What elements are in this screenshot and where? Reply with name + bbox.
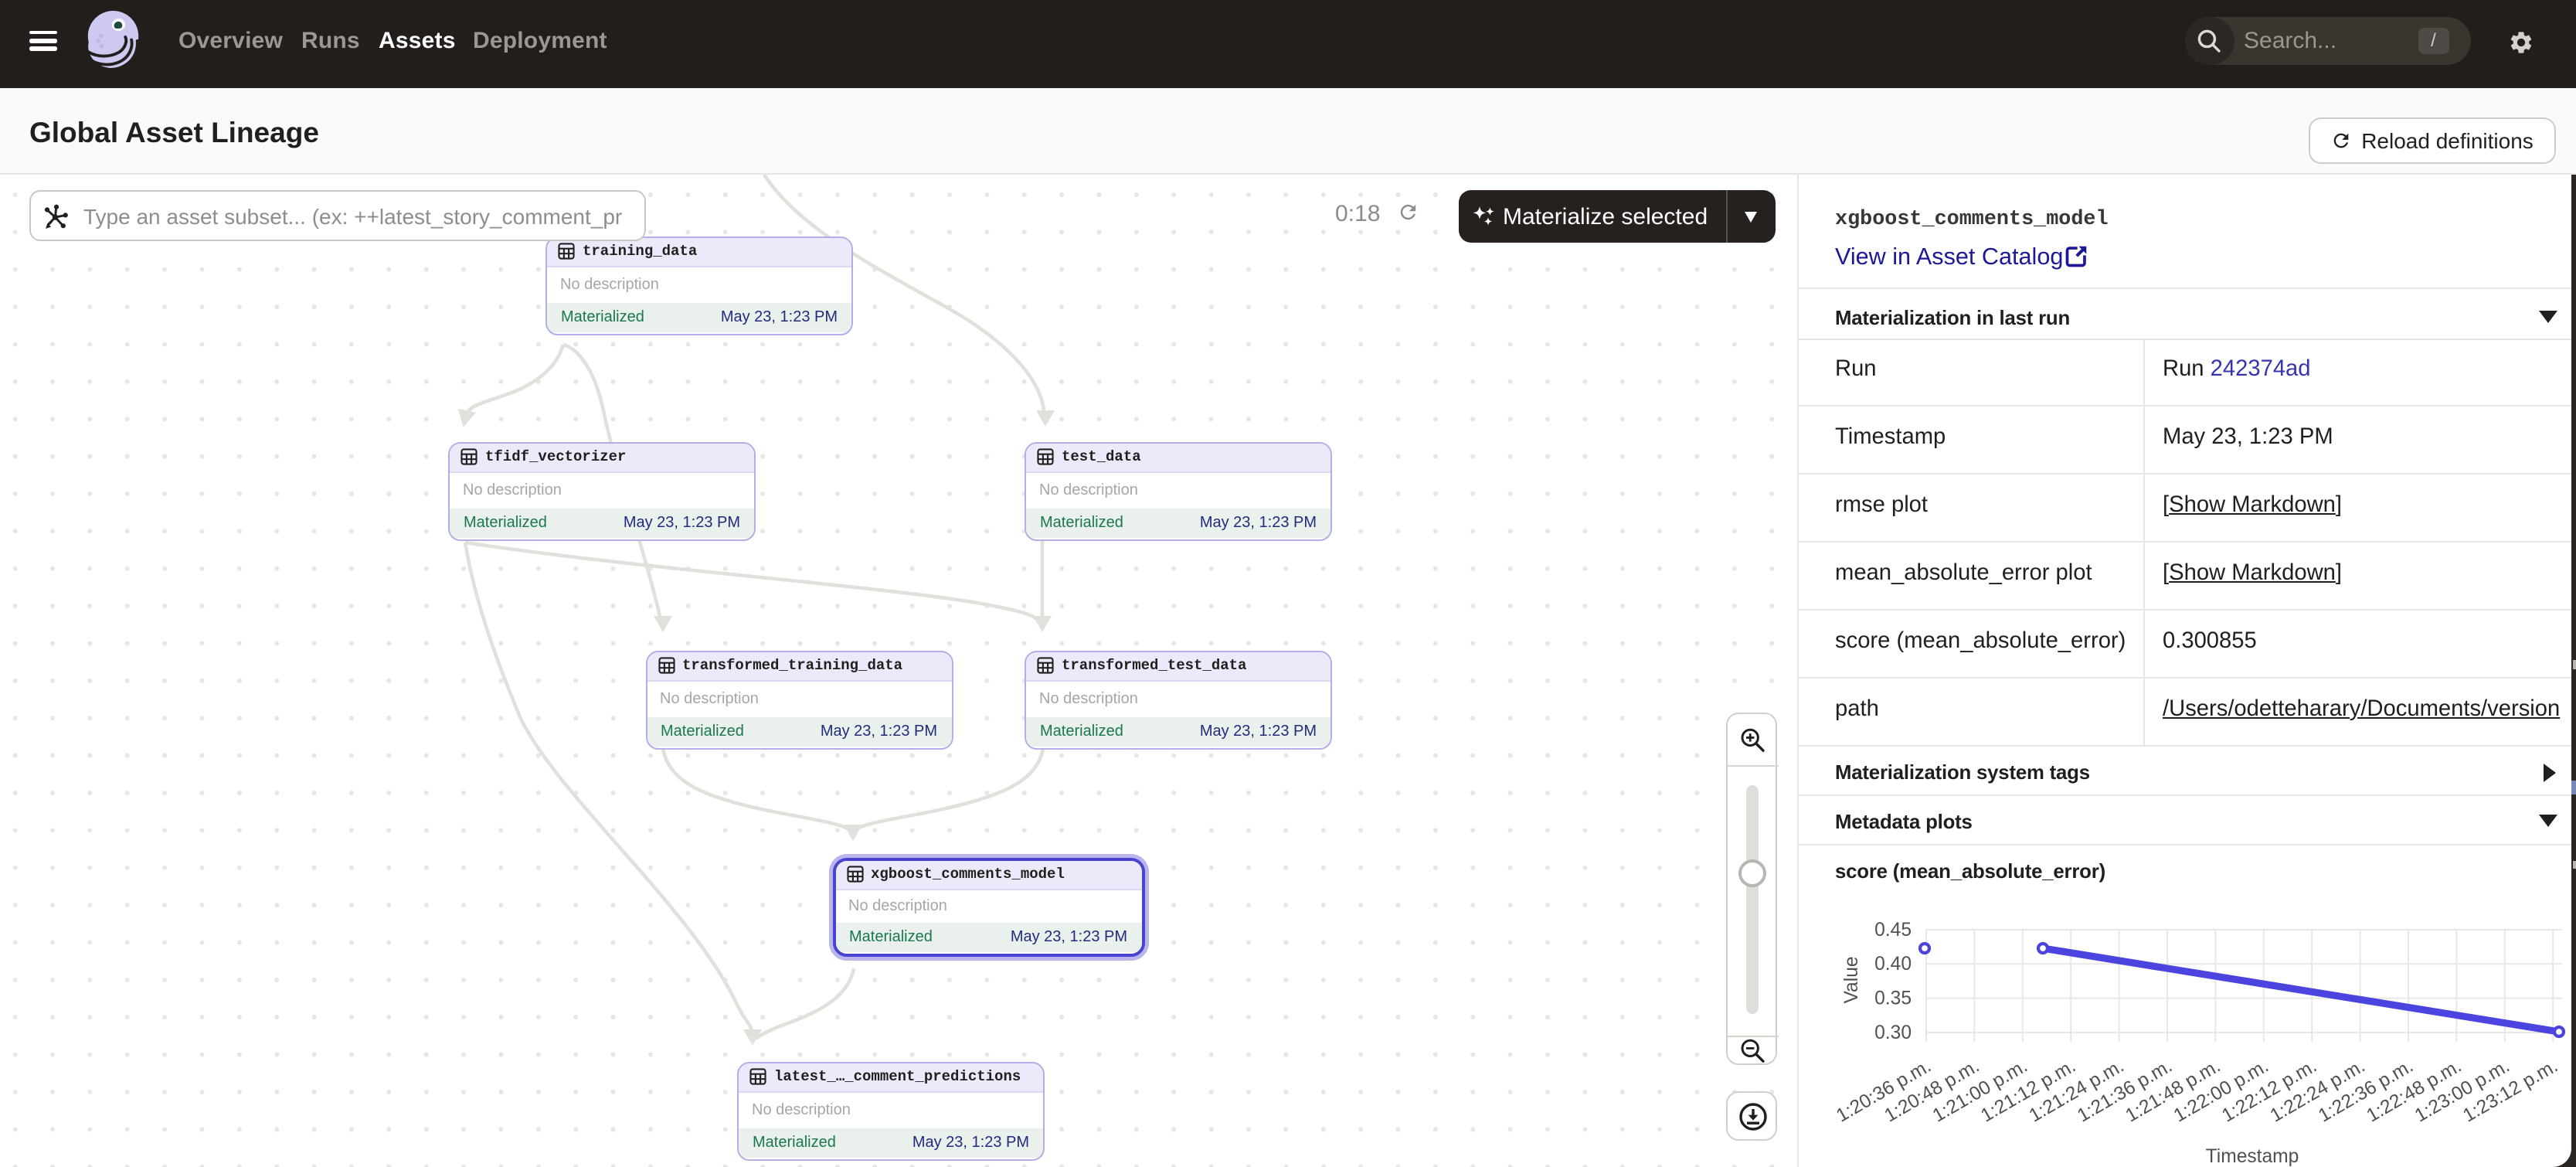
svg-text:0.45: 0.45 <box>1874 920 1912 941</box>
svg-text:Timestamp: Timestamp <box>2206 1146 2299 1167</box>
svg-text:0.30: 0.30 <box>1874 1022 1912 1043</box>
svg-text:Value: Value <box>1841 956 1862 1003</box>
svg-text:0.35: 0.35 <box>1874 988 1912 1009</box>
svg-text:0.40: 0.40 <box>1874 954 1912 975</box>
